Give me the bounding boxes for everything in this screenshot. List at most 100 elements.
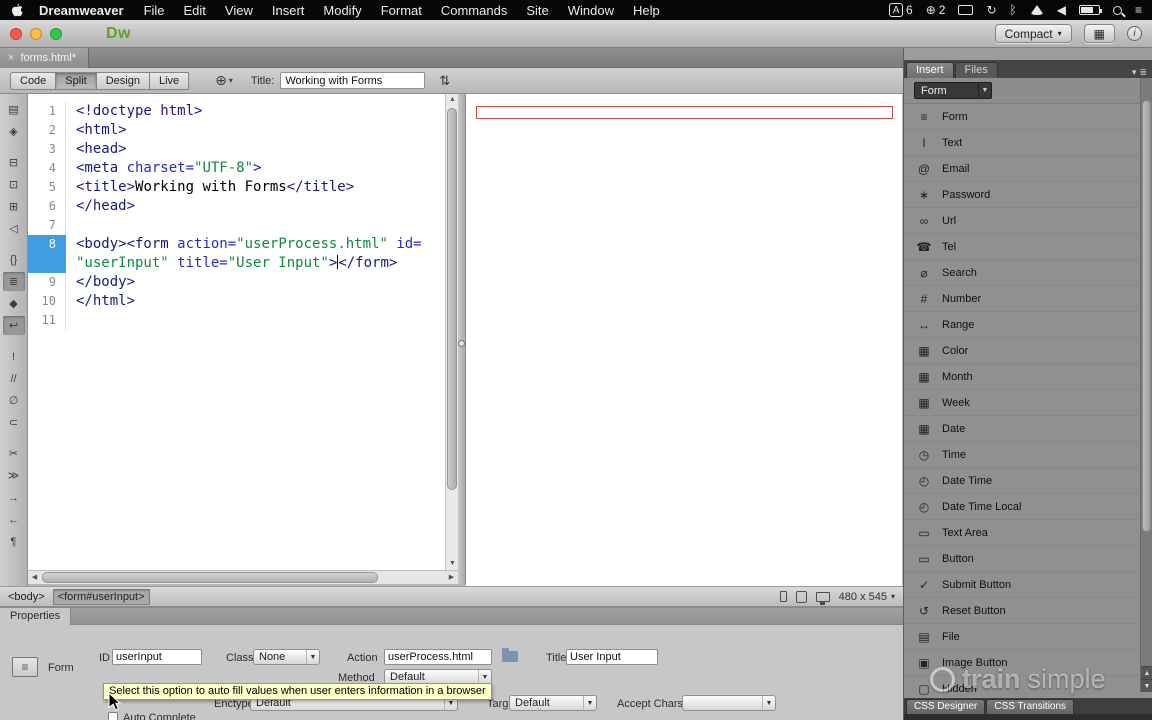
workspace-switcher-button[interactable]: Compact ▾	[994, 24, 1072, 43]
insert-item[interactable]: @ Email	[904, 156, 1138, 182]
bluetooth-icon[interactable]: ᛒ	[1010, 3, 1017, 17]
apply-comment-icon[interactable]: //	[3, 369, 25, 388]
panel-menu-button[interactable]: ▾ ≣	[1132, 67, 1152, 78]
insert-item[interactable]: ▦ Month	[904, 364, 1138, 390]
scroll-up-icon[interactable]: ▲	[1141, 666, 1152, 679]
select-parent-tag-icon[interactable]: ◁	[3, 219, 25, 238]
highlight-invalid-code-icon[interactable]: ◆	[3, 294, 25, 313]
view-mode-button[interactable]: Live	[148, 71, 190, 90]
battery-icon[interactable]	[1078, 5, 1102, 15]
window-size-selector[interactable]: 480 x 545 ▾	[839, 591, 895, 603]
form-element-outline[interactable]	[476, 106, 893, 119]
wifi-icon[interactable]	[1029, 5, 1044, 15]
menu-item[interactable]: Modify	[323, 3, 361, 18]
volume-icon[interactable]: ◀	[1057, 3, 1066, 17]
browse-folder-icon[interactable]	[502, 648, 518, 662]
outdent-icon[interactable]: ←	[3, 510, 25, 529]
code-line[interactable]: 1 <!doctype html>	[28, 102, 445, 121]
line-numbers-icon[interactable]: ≣	[2, 272, 25, 291]
view-mode-button[interactable]: Design	[95, 71, 150, 90]
live-view-options-button[interactable]: ⊕ ▾	[215, 72, 233, 89]
target-select[interactable]: Default ▼	[509, 695, 597, 711]
splitter-handle[interactable]	[458, 340, 465, 347]
tab-properties[interactable]: Properties	[0, 608, 72, 625]
syntax-error-alerts-icon[interactable]: !	[3, 347, 25, 366]
insert-item[interactable]: ∞ Url	[904, 208, 1138, 234]
network-globe-icon[interactable]: ⊕ 2	[926, 3, 946, 17]
insert-item[interactable]: ⌀ Search	[904, 260, 1138, 286]
minimize-window-button[interactable]	[30, 27, 42, 40]
title-field[interactable]	[566, 649, 658, 665]
code-line-current[interactable]: 8 <body><form action="userProcess.html" …	[28, 235, 445, 254]
document-tab-forms[interactable]: × forms.html*	[0, 48, 90, 68]
insert-item[interactable]: ↔ Range	[904, 312, 1138, 338]
view-mode-button[interactable]: Split	[55, 71, 97, 90]
wrap-tag-icon[interactable]: ⊂	[3, 413, 25, 432]
insert-item[interactable]: ◴ Date Time Local	[904, 494, 1138, 520]
scrollbar-thumb[interactable]	[42, 572, 378, 583]
insert-item[interactable]: I Text	[904, 130, 1138, 156]
recent-snippets-icon[interactable]: ✂	[3, 444, 25, 463]
scrollbar-thumb[interactable]	[1142, 100, 1151, 532]
split-view-divider[interactable]	[458, 94, 466, 584]
balance-braces-icon[interactable]: {}	[3, 250, 25, 269]
sync-icon[interactable]: ↻	[986, 3, 996, 17]
desktop-size-icon[interactable]	[815, 591, 830, 605]
code-line[interactable]: 6 </head>	[28, 197, 445, 216]
insert-category-select[interactable]: Form ▼	[914, 82, 992, 99]
design-view[interactable]	[466, 94, 902, 586]
indent-icon[interactable]: →	[3, 488, 25, 507]
insert-item[interactable]: ✓ Submit Button	[904, 572, 1138, 598]
insert-item[interactable]: ▦ Color	[904, 338, 1138, 364]
menu-item[interactable]: Edit	[184, 3, 206, 18]
notification-center-icon[interactable]: ≡	[1135, 3, 1142, 17]
insert-item[interactable]: ▭ Text Area	[904, 520, 1138, 546]
move-css-icon[interactable]: ≫	[3, 466, 25, 485]
expand-all-icon[interactable]: ⊞	[3, 197, 25, 216]
apple-menu-icon[interactable]	[10, 3, 23, 18]
remove-comment-icon[interactable]: ∅	[3, 391, 25, 410]
spotlight-icon[interactable]	[1112, 5, 1122, 15]
document-title-input[interactable]	[280, 72, 426, 89]
insert-item[interactable]: ◴ Date Time	[904, 468, 1138, 494]
scroll-down-icon[interactable]: ▼	[1141, 679, 1152, 692]
menu-item[interactable]: Format	[381, 3, 422, 18]
code-line[interactable]: 10 </html>	[28, 292, 445, 311]
menu-item[interactable]: Commands	[441, 3, 507, 18]
menu-item[interactable]: Site	[526, 3, 548, 18]
tablet-size-icon[interactable]	[795, 590, 807, 603]
menu-item[interactable]: File	[144, 3, 165, 18]
collapse-full-tag-icon[interactable]: ⊟	[3, 153, 25, 172]
close-tab-icon[interactable]: ×	[8, 52, 14, 64]
class-select[interactable]: None ▼	[253, 649, 320, 665]
auto-complete-checkbox[interactable]	[108, 712, 118, 720]
mobile-size-icon[interactable]	[779, 591, 787, 602]
view-mode-button[interactable]: Code	[10, 71, 57, 90]
code-navigator-icon[interactable]: ◈	[3, 122, 25, 141]
code-line[interactable]: 5 <title>Working with Forms</title>	[28, 178, 445, 197]
scroll-right-icon[interactable]: ▶	[445, 571, 458, 585]
code-horizontal-scrollbar[interactable]: ◀ ▶	[28, 570, 458, 584]
menu-item[interactable]: Window	[568, 3, 614, 18]
layout-grid-button[interactable]: ▦	[1083, 24, 1115, 43]
code-line[interactable]: 7	[28, 216, 445, 235]
display-icon[interactable]	[958, 5, 974, 15]
accept-charset-select[interactable]: ▼	[682, 695, 776, 711]
code-line-current-wrap[interactable]: "userInput" title="User Input"></form>	[28, 254, 445, 273]
insert-item[interactable]: ▢ Hidden	[904, 676, 1138, 698]
action-field[interactable]	[384, 649, 492, 665]
input-source-icon[interactable]: A6	[889, 3, 913, 17]
insert-item[interactable]: ▤ File	[904, 624, 1138, 650]
info-button[interactable]: i	[1127, 26, 1142, 41]
code-vertical-scrollbar[interactable]: ▲ ▼	[445, 94, 458, 570]
menu-item[interactable]: View	[225, 3, 253, 18]
insert-item[interactable]: # Number	[904, 286, 1138, 312]
id-field[interactable]	[112, 649, 202, 665]
menu-item[interactable]: Help	[633, 3, 660, 18]
insert-item[interactable]: ↺ Reset Button	[904, 598, 1138, 624]
format-source-icon[interactable]: ¶	[3, 532, 25, 551]
tab-insert[interactable]: Insert	[906, 62, 954, 78]
code-line[interactable]: 11	[28, 311, 445, 330]
word-wrap-icon[interactable]: ↩	[2, 316, 25, 335]
code-editor[interactable]: 1 <!doctype html> 2 <html> 3 <head> 4 <m…	[28, 94, 445, 570]
